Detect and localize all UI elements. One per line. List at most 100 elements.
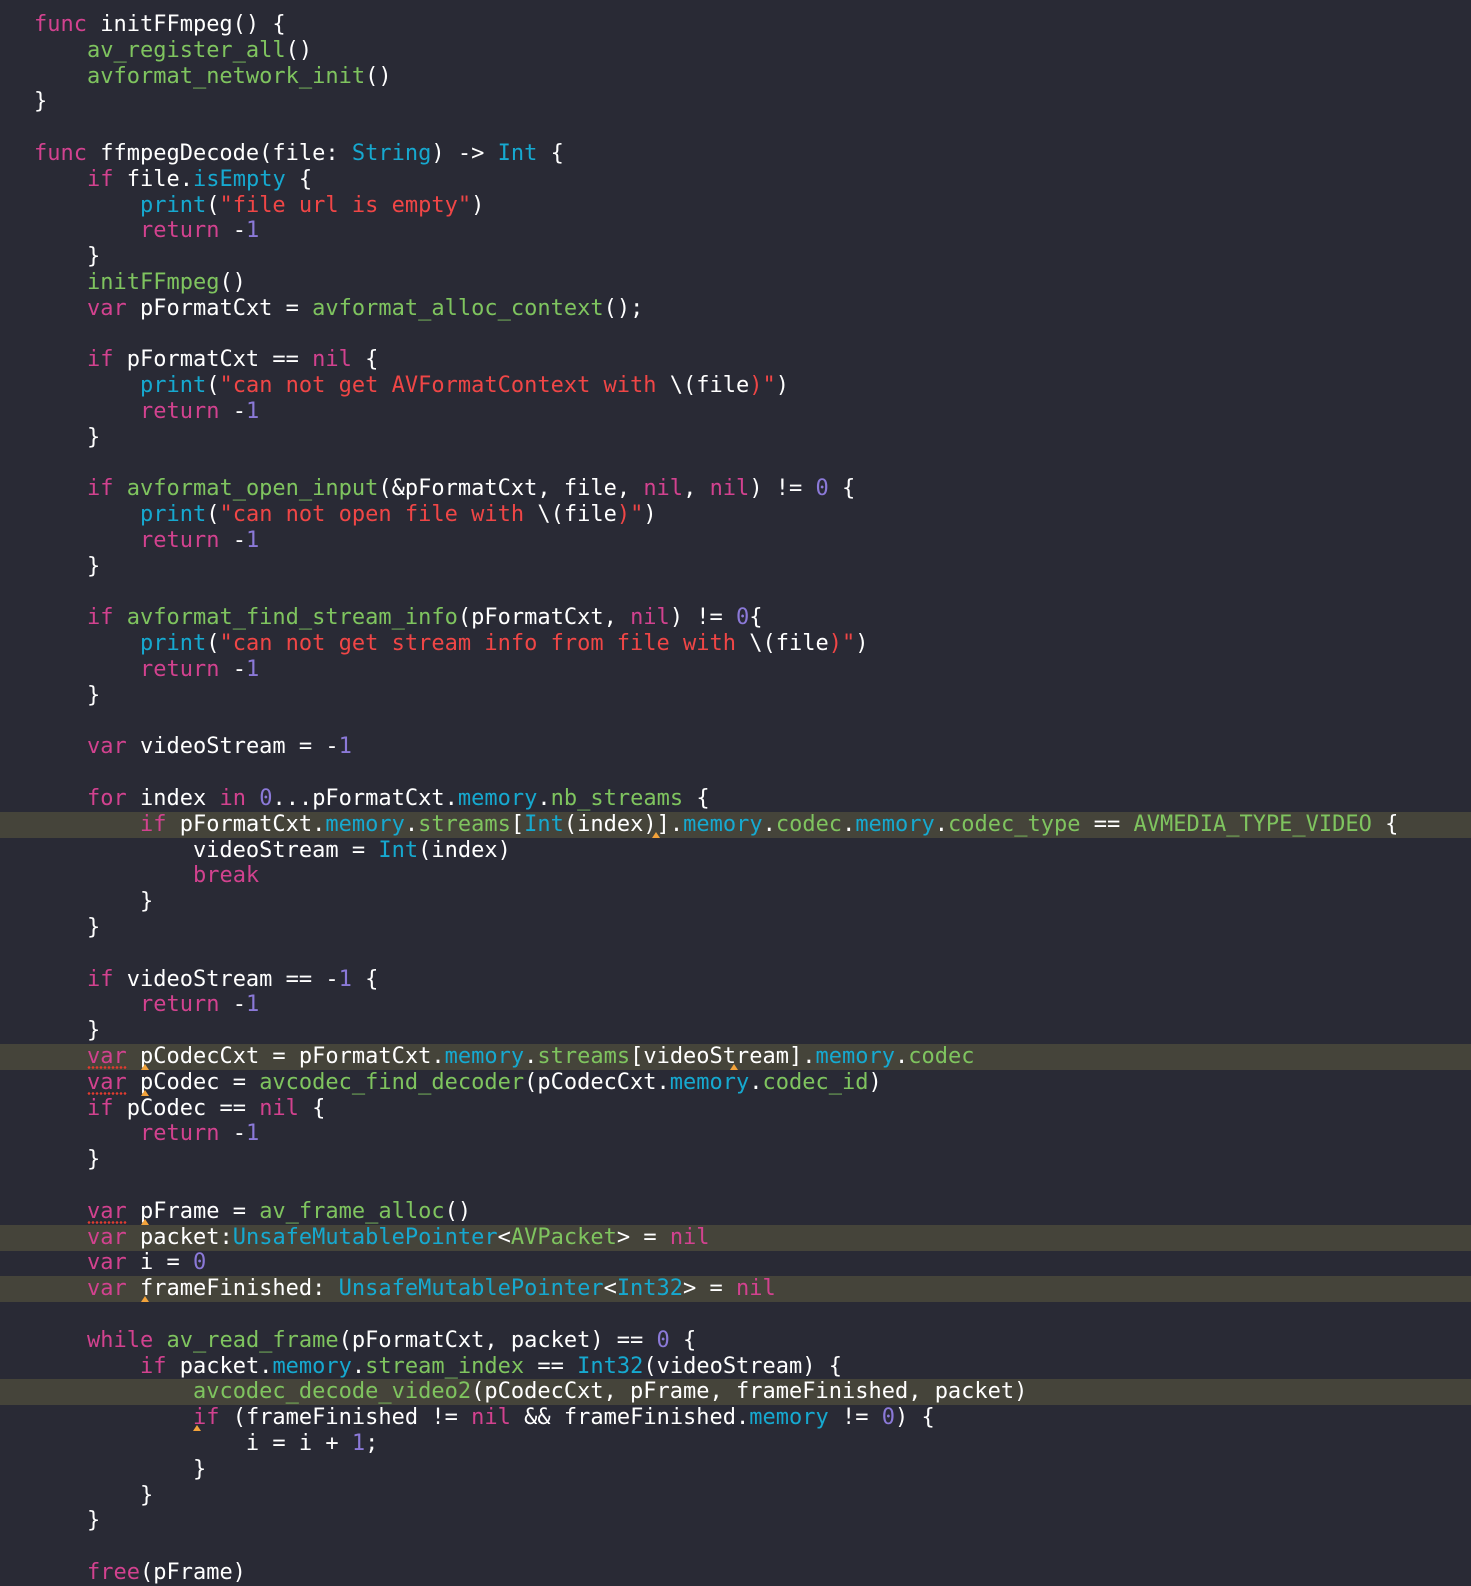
code-line[interactable]: while av_read_frame(pFormatCxt, packet) … — [0, 1328, 1471, 1354]
code-token: < — [603, 1276, 617, 1302]
code-line[interactable]: return -1 — [0, 399, 1471, 425]
code-token: nil — [312, 347, 352, 373]
code-token: [ — [510, 811, 525, 837]
code-token: 1 — [338, 966, 352, 992]
code-line[interactable] — [0, 1534, 1471, 1560]
code-token: } — [34, 1147, 101, 1173]
code-token: "can not get stream info from file with — [219, 631, 750, 657]
code-line[interactable]: if pCodec == nil { — [0, 1096, 1471, 1122]
code-line[interactable]: } — [0, 1457, 1471, 1483]
code-line[interactable]: } — [0, 915, 1471, 941]
code-line[interactable]: } — [0, 89, 1471, 115]
code-line[interactable]: print("can not get stream info from file… — [0, 631, 1471, 657]
code-token: 0 — [259, 786, 273, 811]
code-line[interactable]: return -1 — [0, 1121, 1471, 1147]
code-line[interactable]: i = i + 1; — [0, 1431, 1471, 1457]
code-token: var — [86, 1198, 127, 1224]
code-line[interactable]: } — [0, 244, 1471, 270]
code-line[interactable]: free(pFrame) — [0, 1560, 1471, 1586]
code-line[interactable]: } — [0, 889, 1471, 915]
code-line[interactable]: } — [0, 1508, 1471, 1534]
code-line[interactable]: return -1 — [0, 218, 1471, 244]
code-line[interactable] — [0, 322, 1471, 348]
code-line[interactable]: if videoStream == -1 { — [0, 967, 1471, 993]
code-line[interactable] — [0, 451, 1471, 477]
code-token: avcodec_find_decoder — [259, 1069, 525, 1095]
code-line[interactable] — [0, 709, 1471, 735]
code-token: initFFmpeg — [86, 270, 220, 295]
code-token: ) — [868, 1069, 882, 1095]
code-token: AVPacket — [510, 1224, 617, 1250]
code-line[interactable]: return -1 — [0, 657, 1471, 683]
code-editor[interactable]: func initFFmpeg() { av_register_all() av… — [0, 0, 1471, 1585]
code-line[interactable]: break — [0, 863, 1471, 889]
code-line[interactable] — [0, 580, 1471, 606]
code-line[interactable]: } — [0, 1147, 1471, 1173]
code-token: pFormatCxt == — [113, 347, 313, 373]
code-line[interactable]: return -1 — [0, 528, 1471, 554]
code-line[interactable]: if (frameFinished != nil && frameFinishe… — [0, 1405, 1471, 1431]
code-line[interactable] — [0, 760, 1471, 786]
code-line[interactable]: videoStream = Int(index) — [0, 838, 1471, 864]
code-line[interactable]: if packet.memory.stream_index == Int32(v… — [0, 1354, 1471, 1380]
code-line[interactable]: var frameFinished: UnsafeMutablePointer<… — [0, 1276, 1471, 1303]
code-line[interactable]: av_register_all() — [0, 38, 1471, 64]
code-line[interactable]: var packet:UnsafeMutablePointer<AVPacket… — [0, 1224, 1471, 1251]
code-token: 0 — [815, 476, 829, 502]
code-token: String — [351, 141, 432, 166]
code-token: . — [749, 1069, 763, 1095]
code-line[interactable]: func ffmpegDecode(file: String) -> Int { — [0, 141, 1471, 167]
code-line[interactable]: } — [0, 1018, 1471, 1044]
code-line[interactable]: print("can not open file with \(file)") — [0, 502, 1471, 528]
code-token: 1 — [338, 734, 352, 760]
code-line[interactable]: initFFmpeg() — [0, 270, 1471, 296]
code-line[interactable]: print("can not get AVFormatContext with … — [0, 373, 1471, 399]
code-line[interactable] — [0, 115, 1471, 141]
code-token: print — [139, 502, 207, 528]
code-line[interactable]: } — [0, 683, 1471, 709]
code-line[interactable]: avformat_network_init() — [0, 64, 1471, 90]
code-line[interactable]: var pFormatCxt = avformat_alloc_context(… — [0, 296, 1471, 322]
code-token: } — [34, 553, 101, 579]
code-token: codec — [775, 811, 843, 837]
code-token: 1 — [245, 1121, 260, 1147]
code-line[interactable]: for index in 0...pFormatCxt.memory.nb_st… — [0, 786, 1471, 812]
code-line[interactable] — [0, 941, 1471, 967]
code-line[interactable]: if avformat_open_input(&pFormatCxt, file… — [0, 476, 1471, 502]
code-token: - — [219, 399, 246, 424]
code-line[interactable]: var pCodec = avcodec_find_decoder(pCodec… — [0, 1069, 1471, 1096]
code-line[interactable]: print("file url is empty") — [0, 193, 1471, 219]
code-line[interactable]: var videoStream = -1 — [0, 734, 1471, 760]
code-line[interactable]: } — [0, 554, 1471, 580]
code-line[interactable]: if avformat_find_stream_info(pFormatCxt,… — [0, 605, 1471, 631]
code-line[interactable]: } — [0, 1483, 1471, 1509]
code-line[interactable]: func initFFmpeg() { — [0, 12, 1471, 38]
code-token: pCodec == — [113, 1095, 260, 1121]
code-line[interactable] — [0, 1302, 1471, 1328]
code-line[interactable]: if pFormatCxt == nil { — [0, 347, 1471, 373]
code-token: "file url is empty" — [219, 192, 472, 218]
code-token: avformat_find_stream_info — [126, 605, 458, 631]
code-line[interactable]: if file.isEmpty { — [0, 167, 1471, 193]
code-line[interactable]: } — [0, 425, 1471, 451]
code-line[interactable] — [0, 1173, 1471, 1199]
code-token: "can not open file with — [219, 502, 538, 528]
code-token: func — [34, 12, 87, 37]
code-token: avformat_alloc_context — [312, 295, 604, 321]
code-line[interactable]: var pFrame = av_frame_alloc() — [0, 1198, 1471, 1225]
code-token: Int — [378, 837, 419, 863]
code-token: (&pFormatCxt, file, — [378, 476, 644, 502]
code-line[interactable]: avcodec_decode_video2(pCodecCxt, pFrame,… — [0, 1379, 1471, 1406]
code-line[interactable]: if pFormatCxt.memory.streams[Int(index)]… — [0, 811, 1471, 838]
code-token: Int32 — [616, 1276, 684, 1302]
code-line[interactable]: return -1 — [0, 992, 1471, 1018]
code-line[interactable]: var i = 0 — [0, 1250, 1471, 1276]
